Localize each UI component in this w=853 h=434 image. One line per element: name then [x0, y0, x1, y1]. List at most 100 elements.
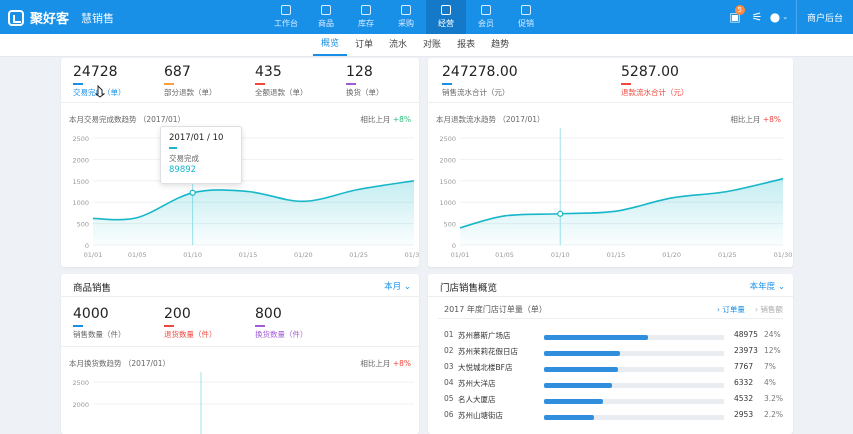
cart-icon [401, 5, 411, 15]
tooltip-value: 89892 [169, 165, 197, 175]
x-tick-label: 01/10 [551, 251, 570, 259]
store-name: 苏州山塘街店 [458, 411, 503, 420]
brand-name: 聚好客 [30, 12, 70, 27]
chevron-down-icon: ⌄ [777, 282, 785, 292]
message-button[interactable]: ▣ 5 [724, 0, 746, 34]
store-chart-title: 2017 年度门店订单量（单） [444, 305, 547, 314]
nav-item-4[interactable]: 经营 [426, 0, 466, 34]
merchant-backend-button[interactable]: 商户后台 [797, 11, 853, 24]
order-count-toggle[interactable]: › 订单量 [717, 304, 745, 315]
user-icon: ● [769, 10, 781, 24]
toggle-label: 订单量 [722, 305, 745, 314]
nav-label: 采购 [398, 19, 414, 28]
store-bar-track [544, 367, 724, 372]
logo[interactable]: 聚好客 慧销售 [8, 8, 114, 27]
nav-item-1[interactable]: 商品 [306, 0, 346, 34]
product-sales-panel: 商品销售 本月 ⌄ 4000 销售数量（件） 200 退货数量（件） 800 换货数量（件… [61, 274, 419, 434]
store-percent: 24% [764, 330, 781, 339]
data-point[interactable] [557, 210, 564, 217]
tooltip-date: 2017/01 / 10 [169, 133, 224, 143]
sub-tab-2[interactable]: 流水 [381, 34, 415, 56]
store-percent: 7% [764, 362, 776, 371]
store-row[interactable]: 04 苏州大洋店 6332 4% [444, 378, 784, 394]
x-tick-label: 01/01 [451, 251, 470, 259]
store-rank: 04 [444, 378, 454, 387]
y-tick-label: 1000 [72, 199, 89, 207]
y-tick-label: 500 [444, 221, 456, 229]
sub-nav-tabs: 概览 订单 流水 对账 报表 趋势 [313, 34, 517, 56]
divider [428, 296, 793, 297]
store-rank: 05 [444, 394, 454, 403]
store-row[interactable]: 01 苏州慕斯广场店 48975 24% [444, 330, 784, 346]
x-tick-label: 01/30 [774, 251, 793, 259]
sub-tab-4[interactable]: 报表 [449, 34, 483, 56]
area-fill [460, 178, 783, 245]
nav-item-2[interactable]: 库存 [346, 0, 386, 34]
message-badge: 5 [734, 5, 745, 15]
sub-tab-5[interactable]: 趋势 [483, 34, 517, 56]
nav-item-3[interactable]: 采购 [386, 0, 426, 34]
store-rank: 03 [444, 362, 454, 371]
store-rank: 01 [444, 330, 454, 339]
store-name: 苏州慕斯广场店 [458, 331, 511, 340]
transaction-panel: 24728交易完成（单）687部分退款（单）435全额退款（单）128换货（单）… [61, 58, 419, 267]
store-bar-track [544, 383, 724, 388]
sliders-icon: ⚟ [751, 10, 763, 24]
toggle-label: 销售额 [760, 305, 783, 314]
store-bar-track [544, 415, 724, 420]
user-menu-button[interactable]: ● ⌄ [768, 0, 790, 34]
store-row[interactable]: 05 名人大厦店 4532 3.2% [444, 394, 784, 410]
y-tick-label: 2000 [439, 156, 456, 164]
crown-icon [481, 5, 491, 15]
x-tick-label: 01/05 [495, 251, 514, 259]
section-title: 门店销售概览 [440, 283, 498, 294]
refund-panel: 247278.00 销售流水合计（元） 5287.00 退款流水合计（元） 本月退款流… [428, 58, 793, 267]
chevron-down-icon: ⌄ [782, 13, 789, 21]
store-bar-track [544, 351, 724, 356]
sub-tab-1[interactable]: 订单 [347, 34, 381, 56]
store-value: 7767 [734, 362, 754, 371]
goods-icon [321, 5, 331, 15]
store-percent: 4% [764, 378, 776, 387]
sub-nav: 概览 订单 流水 对账 报表 趋势 [0, 34, 853, 57]
y-tick-label: 1500 [439, 178, 456, 186]
x-tick-label: 01/15 [607, 251, 626, 259]
store-percent: 3.2% [764, 394, 784, 403]
period-dropdown[interactable]: 本年度 ⌄ [750, 280, 785, 292]
store-percent: 2.2% [764, 410, 784, 419]
store-name: 苏州大洋店 [458, 379, 496, 388]
sales-amount-toggle[interactable]: › 销售额 [755, 304, 783, 315]
store-rank: 06 [444, 410, 454, 419]
sub-tab-0[interactable]: 概览 [313, 34, 348, 56]
nav-item-6[interactable]: 促销 [506, 0, 546, 34]
dropdown-label: 本年度 [749, 282, 776, 292]
store-bar-fill [544, 335, 649, 340]
operate-icon [441, 5, 451, 15]
store-percent: 12% [764, 346, 781, 355]
y-tick-label: 1500 [72, 178, 89, 186]
store-bar-track [544, 399, 724, 404]
nav-item-5[interactable]: 会员 [466, 0, 506, 34]
x-tick-label: 01/30 [405, 251, 419, 259]
nav-label: 促销 [518, 19, 534, 28]
data-point[interactable] [189, 189, 196, 196]
chart-tooltip: 2017/01 / 10 交易完成 89892 [160, 126, 242, 184]
y-tick-label: 2000 [72, 156, 89, 164]
tooltip-marker [169, 147, 177, 149]
store-row[interactable]: 03 大悦城北楼BF店 7767 7% [444, 362, 784, 378]
store-bar-fill [544, 383, 613, 388]
divider [438, 318, 783, 319]
y-tick-label: 1000 [439, 199, 456, 207]
settings-button[interactable]: ⚟ [746, 0, 768, 34]
store-value: 23973 [734, 346, 758, 355]
sub-tab-3[interactable]: 对账 [415, 34, 449, 56]
store-row[interactable]: 02 苏州茉莉花假日店 23973 12% [444, 346, 784, 362]
nav-label: 会员 [478, 19, 494, 28]
store-value: 2953 [734, 410, 754, 419]
nav-label: 工作台 [274, 19, 298, 28]
nav-item-0[interactable]: 工作台 [266, 0, 306, 34]
refund-trend-chart: 2500 2000 1500 1000 500 001/01 01/05 01/10 01/15… [439, 128, 793, 259]
x-tick-label: 01/20 [294, 251, 313, 259]
y-tick-label: 2500 [439, 135, 456, 143]
x-tick-label: 01/25 [718, 251, 737, 259]
